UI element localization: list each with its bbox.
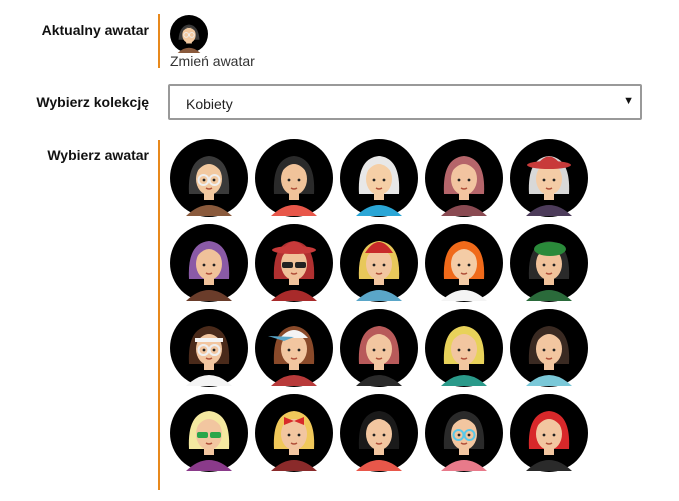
avatar-image <box>510 139 588 217</box>
collection-label: Wybierz kolekcję <box>36 94 149 110</box>
avatar-option[interactable] <box>509 223 589 303</box>
avatar-option[interactable] <box>169 393 249 473</box>
avatar-image <box>425 224 503 302</box>
avatar-option[interactable] <box>339 223 419 303</box>
choose-avatar-divider <box>158 140 160 490</box>
avatar-option[interactable] <box>254 223 334 303</box>
avatar-image <box>255 394 333 472</box>
avatar-image <box>255 139 333 217</box>
collection-select-value: Kobiety <box>186 96 233 112</box>
avatar-image <box>510 224 588 302</box>
avatar-option[interactable] <box>254 393 334 473</box>
avatar-option[interactable] <box>424 393 504 473</box>
avatar-image <box>510 309 588 387</box>
avatar-option[interactable] <box>169 308 249 388</box>
avatar-option[interactable] <box>509 308 589 388</box>
avatar-image <box>170 139 248 217</box>
current-avatar-image <box>170 15 208 53</box>
avatar-option[interactable] <box>254 138 334 218</box>
avatar-option[interactable] <box>254 308 334 388</box>
collection-select[interactable]: Kobiety ▼ <box>168 84 642 120</box>
avatar-image <box>340 394 418 472</box>
avatar-option[interactable] <box>339 308 419 388</box>
current-avatar-label: Aktualny awatar <box>41 22 149 38</box>
avatar-option[interactable] <box>509 393 589 473</box>
avatar-image <box>340 139 418 217</box>
avatar-option[interactable] <box>169 223 249 303</box>
change-avatar-link[interactable]: Zmień awatar <box>170 53 255 69</box>
avatar-image <box>170 309 248 387</box>
avatar-image <box>255 224 333 302</box>
avatar-image <box>170 224 248 302</box>
avatar-image <box>425 394 503 472</box>
avatar-image <box>340 224 418 302</box>
avatar-image <box>340 309 418 387</box>
avatar-grid <box>169 138 594 478</box>
avatar-option[interactable] <box>424 308 504 388</box>
avatar-option[interactable] <box>339 138 419 218</box>
avatar-image <box>510 394 588 472</box>
choose-avatar-label: Wybierz awatar <box>47 147 149 163</box>
avatar-option[interactable] <box>169 138 249 218</box>
avatar-image <box>425 309 503 387</box>
avatar-image <box>255 309 333 387</box>
chevron-down-icon: ▼ <box>623 95 634 107</box>
avatar-image <box>425 139 503 217</box>
avatar-image <box>170 394 248 472</box>
avatar-option[interactable] <box>339 393 419 473</box>
avatar-option[interactable] <box>509 138 589 218</box>
current-avatar-divider <box>158 14 160 68</box>
avatar-option[interactable] <box>424 138 504 218</box>
avatar-option[interactable] <box>424 223 504 303</box>
